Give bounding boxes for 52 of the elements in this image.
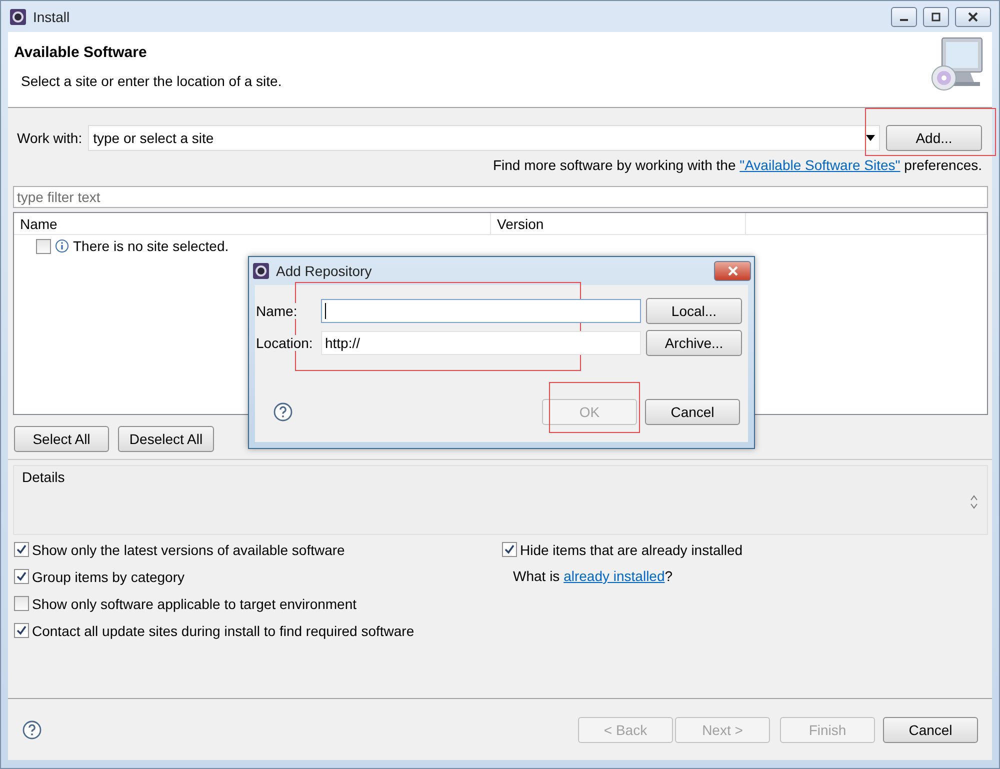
app-icon xyxy=(9,8,27,26)
wizard-button[interactable]: Cancel xyxy=(883,716,978,742)
maximize-button[interactable] xyxy=(923,6,949,26)
close-button[interactable] xyxy=(955,6,991,26)
option-label: Contact all update sites during install to find required software xyxy=(32,622,414,638)
minimize-icon xyxy=(900,18,908,20)
help-icon[interactable] xyxy=(273,402,293,422)
table-cell: There is no site selected. xyxy=(73,238,229,254)
help-icon[interactable] xyxy=(22,720,42,740)
info-icon xyxy=(55,239,69,253)
option-label: Group items by category xyxy=(32,568,185,584)
option-label: Show only the latest versions of available software xyxy=(32,542,345,558)
sites-link[interactable]: "Available Software Sites" xyxy=(740,157,900,173)
app-icon xyxy=(252,262,270,280)
option-label: Show only software applicable to target environment xyxy=(32,596,357,612)
field-label: Name: xyxy=(256,303,298,319)
window-title: Install xyxy=(33,8,71,24)
dropdown-arrow-icon[interactable] xyxy=(866,134,876,142)
close-button[interactable] xyxy=(714,261,751,281)
dialog-title: Add Repository xyxy=(276,263,373,279)
selection-button[interactable]: Deselect All xyxy=(118,426,214,452)
dialog-button[interactable]: Cancel xyxy=(645,399,740,425)
checkbox[interactable] xyxy=(502,542,517,557)
hint-text: Find more software by working with the "Available Software Sites" preferences. xyxy=(492,157,982,173)
scroll-arrows-icon[interactable] xyxy=(970,494,978,510)
page-subtitle: Select a site or enter the location of a site. xyxy=(21,73,283,89)
page-title: Available Software xyxy=(14,44,148,61)
option-label: Hide items that are already installed xyxy=(520,542,743,558)
text-field[interactable] xyxy=(320,299,641,323)
browse-button[interactable]: Local... xyxy=(646,298,742,324)
browse-button[interactable]: Archive... xyxy=(646,330,742,356)
work-with-label: Work with: xyxy=(17,130,82,146)
field-label: Location: xyxy=(256,335,313,351)
checkbox[interactable] xyxy=(14,542,29,557)
maximize-icon xyxy=(931,12,941,22)
column-header[interactable]: Name xyxy=(14,213,491,234)
details-label: Details xyxy=(22,469,65,485)
checkbox[interactable] xyxy=(14,596,29,611)
add-button[interactable]: Add... xyxy=(886,125,982,151)
checkbox[interactable] xyxy=(36,238,51,254)
installed-note: What is already installed? xyxy=(512,567,674,586)
column-header[interactable]: Version xyxy=(491,213,746,234)
installed-link[interactable]: already installed xyxy=(564,568,665,584)
selection-button[interactable]: Select All xyxy=(14,426,109,452)
close-icon xyxy=(967,12,979,22)
checkbox[interactable] xyxy=(14,623,29,638)
text-field[interactable]: http:// xyxy=(320,331,641,355)
minimize-button[interactable] xyxy=(891,6,917,26)
filter-field[interactable]: type filter text xyxy=(13,186,988,208)
close-icon xyxy=(726,266,738,276)
site-combo-box[interactable]: type or select a site xyxy=(88,125,880,151)
checkbox[interactable] xyxy=(14,569,29,584)
